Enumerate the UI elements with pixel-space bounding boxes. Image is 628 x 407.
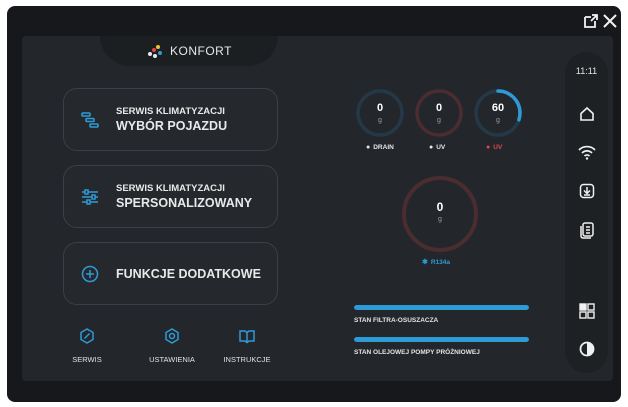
home-icon[interactable] <box>565 106 608 122</box>
nav-label: USTAWIENIA <box>149 355 195 364</box>
menu-line1: SERWIS KLIMATYZACJI <box>116 105 225 117</box>
nav-serwis[interactable]: SERWIS <box>52 328 122 364</box>
gauge-label-uv: ● UV <box>429 144 446 151</box>
nav-ustawienia[interactable]: USTAWIENIA <box>137 328 207 364</box>
download-icon[interactable] <box>565 183 608 199</box>
extra-functions-button[interactable]: FUNKCJE DODATKOWE <box>63 242 278 305</box>
documents-icon[interactable] <box>565 222 608 240</box>
gauge-unit: g <box>496 117 500 124</box>
nav-instrukcje[interactable]: INSTRUKCJE <box>212 328 282 364</box>
gauge-uv: 0 g <box>414 88 464 138</box>
settings-gear-icon <box>165 328 179 344</box>
gauge-unit: g <box>437 117 441 124</box>
contrast-icon[interactable] <box>565 341 608 357</box>
menu-line2: WYBÓR POJAZDU <box>116 118 228 133</box>
menu-line2: SPERSONALIZOWANY <box>116 195 253 210</box>
service-vehicle-select-button[interactable]: SERWIS KLIMATYZACJI WYBÓR POJAZDU <box>63 88 278 151</box>
gauge-value: 0 <box>436 200 444 214</box>
layout-grid-icon[interactable] <box>565 303 608 319</box>
gauge-drain: 0 g <box>355 88 405 138</box>
pump-status-label: STAN OLEJOWEJ POMPY PRÓŻNIOWEJ <box>354 349 480 356</box>
vehicle-list-icon <box>64 111 116 128</box>
sliders-icon <box>64 188 116 205</box>
filter-status-bar <box>354 305 529 310</box>
gauge-value: 60 <box>491 102 505 114</box>
gauge-unit: g <box>378 117 382 124</box>
gauge-label-text: DRAIN <box>373 144 394 151</box>
brand-name: KONFORT <box>170 44 232 58</box>
gauge-label-text: UV <box>436 144 446 151</box>
pump-status-bar <box>354 337 529 342</box>
wifi-icon[interactable] <box>565 144 608 160</box>
gauge-label-text: R134a <box>430 259 451 266</box>
konfort-logo <box>146 44 164 58</box>
brand-header: KONFORT <box>100 36 278 66</box>
gauge-label-r134a: ✱ R134a <box>422 259 451 266</box>
menu-line1: SERWIS KLIMATYZACJI <box>116 182 225 194</box>
gauge-r134a: 0 g <box>400 174 480 254</box>
book-icon <box>239 330 255 344</box>
gauge-label-drain: ● DRAIN <box>366 144 394 151</box>
clock: 11:11 <box>575 66 598 76</box>
app-screen: KONFORT SERWIS KLIMATYZACJI WYBÓR POJAZD… <box>22 36 613 381</box>
gauge-uv-red: 60 g <box>473 88 523 138</box>
external-window-icon[interactable] <box>583 13 599 33</box>
gauge-ring <box>402 176 478 252</box>
sidebar: 11:11 <box>565 52 608 373</box>
menu-line2: FUNKCJE DODATKOWE <box>116 266 261 281</box>
nav-label: INSTRUKCJE <box>223 355 271 364</box>
wrench-icon <box>80 328 94 344</box>
gauge-unit: g <box>438 216 442 223</box>
nav-label: SERWIS <box>72 355 102 364</box>
plus-circle-icon <box>64 265 116 283</box>
filter-status-label: STAN FILTRA-OSUSZACZA <box>354 317 439 324</box>
gauge-value: 0 <box>435 102 443 114</box>
close-icon[interactable] <box>602 13 618 33</box>
gauge-label-text: UV <box>493 144 503 151</box>
service-custom-button[interactable]: SERWIS KLIMATYZACJI SPERSONALIZOWANY <box>63 165 278 228</box>
gauge-label-uv-red: ● UV <box>486 144 503 151</box>
gauge-value: 0 <box>376 102 384 114</box>
